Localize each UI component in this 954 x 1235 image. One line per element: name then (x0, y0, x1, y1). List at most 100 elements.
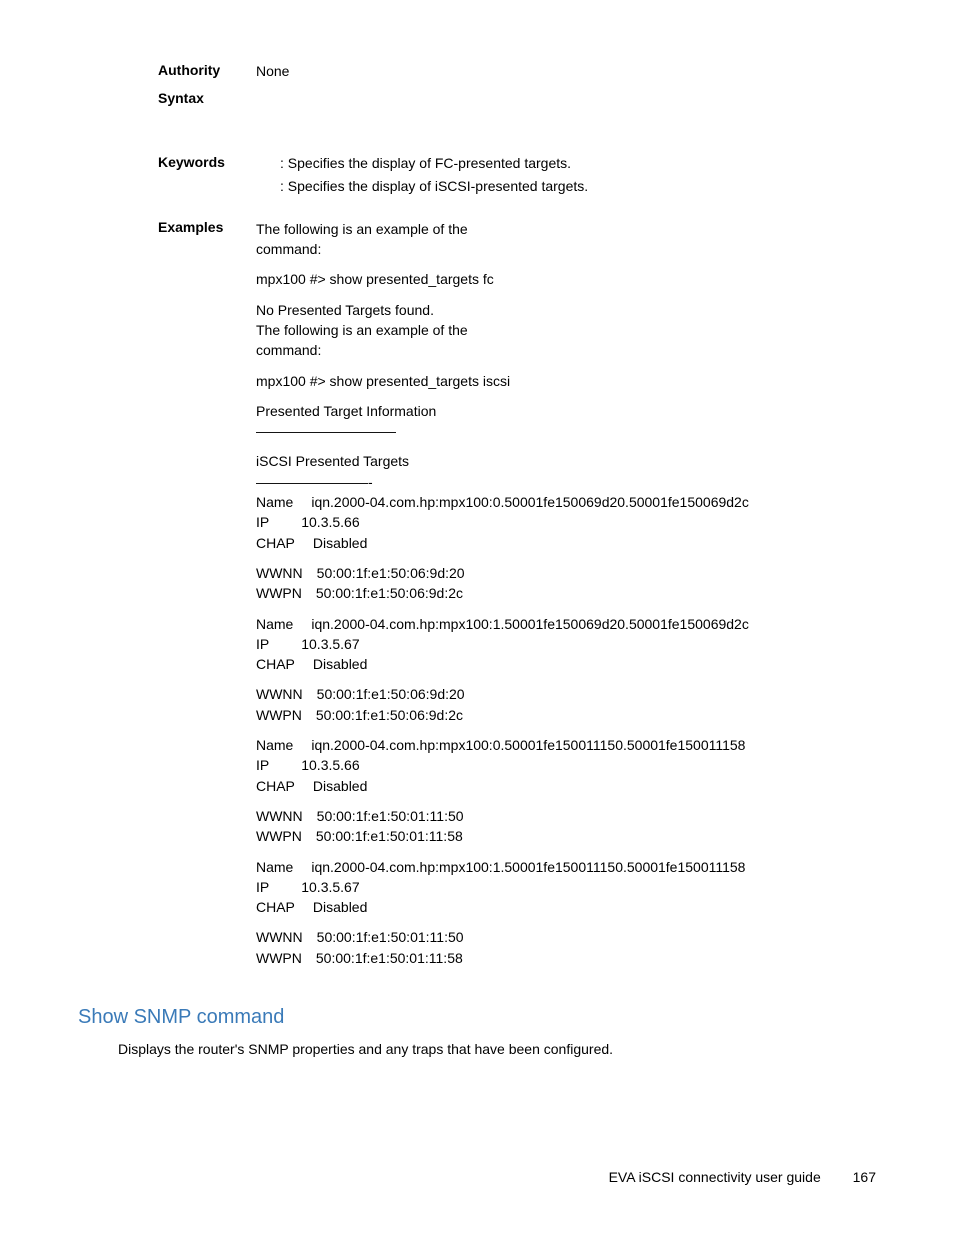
examples-intro2b: command: (256, 340, 876, 360)
t2-name-value: iqn.2000-04.com.hp:mpx100:1.50001fe15006… (311, 616, 748, 632)
footer-page-number: 167 (853, 1169, 876, 1185)
t1-chap-value: Disabled (313, 535, 367, 551)
t2-name: Name iqn.2000-04.com.hp:mpx100:1.50001fe1… (256, 614, 876, 634)
t3-chap-label: CHAP (256, 778, 295, 794)
t3-wwnn: WWNN 50:00:1f:e1:50:01:11:50 (256, 806, 876, 826)
t1-chap: CHAP Disabled (256, 533, 876, 553)
keywords-iscsi-text: : Specifies the display of iSCSI-present… (280, 178, 588, 194)
t1-ip-value: 10.3.5.66 (301, 514, 359, 530)
t1-wwnn: WWNN50:00:1f:e1:50:06:9d:20 (256, 563, 876, 583)
t1-name-label: Name (256, 494, 293, 510)
t3-wwpn-label: WWPN (256, 828, 302, 844)
t1-wwpn-label: WWPN (256, 585, 302, 601)
t4-wwpn-value: 50:00:1f:e1:50:01:11:58 (316, 950, 463, 966)
t4-ip: IP10.3.5.67 (256, 877, 876, 897)
keywords-row: Keywords : Specifies the display of FC-p… (78, 154, 876, 201)
t4-wwpn: WWPN 50:00:1f:e1:50:01:11:58 (256, 948, 876, 968)
t4-name-value: iqn.2000-04.com.hp:mpx100:1.50001fe15001… (311, 859, 745, 875)
t3-ip: IP 10.3.5.66 (256, 755, 876, 775)
page-content: Authority None Syntax Keywords : Specifi… (78, 62, 876, 1060)
page-footer: EVA iSCSI connectivity user guide 167 (609, 1169, 876, 1185)
t3-wwnn-label: WWNN (256, 808, 303, 824)
t2-name-label: Name (256, 616, 293, 632)
t2-ip: IP 10.3.5.67 (256, 634, 876, 654)
t2-chap-label: CHAP (256, 656, 295, 672)
t1-ww-block: WWNN50:00:1f:e1:50:06:9d:20 WWPN 50:00:1f… (256, 563, 876, 604)
t2-wwpn: WWPN 50:00:1f:e1:50:06:9d:2c (256, 705, 876, 725)
t4-ww-block: WWNN 50:00:1f:e1:50:01:11:50 WWPN 50:00:1f… (256, 927, 876, 968)
t1-wwpn: WWPN 50:00:1f:e1:50:06:9d:2c (256, 583, 876, 603)
t3-ww-block: WWNN 50:00:1f:e1:50:01:11:50 WWPN 50:00:1f… (256, 806, 876, 847)
t2-wwpn-label: WWPN (256, 707, 302, 723)
examples-subheader: iSCSI Presented Targets (256, 451, 876, 471)
authority-label: Authority (78, 62, 256, 78)
t3-block: Name iqn.2000-04.com.hp:mpx100:0.50001fe1… (256, 735, 876, 796)
examples-value: The following is an example of the comma… (256, 219, 876, 978)
t1-ip-label: IP (256, 514, 269, 530)
t1-wwpn-value: 50:00:1f:e1:50:06:9d:2c (316, 585, 463, 601)
examples-label: Examples (78, 219, 256, 235)
t2-wwpn-value: 50:00:1f:e1:50:06:9d:2c (316, 707, 463, 723)
t3-wwpn-value: 50:00:1f:e1:50:01:11:58 (316, 828, 463, 844)
t4-ip-label: IP (256, 879, 269, 895)
t3-name: Name iqn.2000-04.com.hp:mpx100:0.50001fe1… (256, 735, 876, 755)
footer-title: EVA iSCSI connectivity user guide (609, 1169, 821, 1185)
t3-ip-label: IP (256, 757, 269, 773)
t2-ww-block: WWNN 50:00:1f:e1:50:06:9d:20 WWPN 50:00:1f… (256, 684, 876, 725)
t4-name: Name iqn.2000-04.com.hp:mpx100:1.50001fe1… (256, 857, 876, 877)
keywords-fc: : Specifies the display of FC-presented … (256, 154, 876, 174)
t1-wwnn-label: WWNN (256, 565, 303, 581)
t1-name-value: iqn.2000-04.com.hp:mpx100:0.50001fe15006… (311, 494, 748, 510)
examples-cmd2: mpx100 #> show presented_targets iscsi (256, 371, 876, 391)
examples-intro1a: The following is an example of the (256, 219, 876, 239)
t2-ip-label: IP (256, 636, 269, 652)
t2-chap-value: Disabled (313, 656, 367, 672)
examples-intro2a: The following is an example of the (256, 320, 876, 340)
t1-name: Name iqn.2000-04.com.hp:mpx100:0.50001fe1… (256, 492, 876, 512)
keywords-fc-text: : Specifies the display of FC-presented … (280, 155, 571, 171)
t2-wwnn: WWNN 50:00:1f:e1:50:06:9d:20 (256, 684, 876, 704)
t4-chap-label: CHAP (256, 899, 295, 915)
examples-dashes1: —————————— (256, 421, 876, 441)
spacer (78, 114, 876, 154)
t1-chap-label: CHAP (256, 535, 295, 551)
t4-wwpn-label: WWPN (256, 950, 302, 966)
keywords-iscsi: : Specifies the display of iSCSI-present… (256, 177, 876, 197)
syntax-label: Syntax (78, 90, 256, 106)
t4-block: Name iqn.2000-04.com.hp:mpx100:1.50001fe1… (256, 857, 876, 918)
t2-chap: CHAP Disabled (256, 654, 876, 674)
t2-wwnn-value: 50:00:1f:e1:50:06:9d:20 (317, 686, 465, 702)
t2-wwnn-label: WWNN (256, 686, 303, 702)
section-body: Displays the router's SNMP properties an… (78, 1039, 876, 1060)
t3-name-value: iqn.2000-04.com.hp:mpx100:0.50001fe15001… (311, 737, 745, 753)
examples-intro1: The following is an example of the comma… (256, 219, 876, 260)
examples-header: Presented Target Information (256, 401, 876, 421)
section-heading: Show SNMP command (78, 1006, 876, 1029)
t4-name-label: Name (256, 859, 293, 875)
t3-chap-value: Disabled (313, 778, 367, 794)
keywords-value: : Specifies the display of FC-presented … (256, 154, 876, 201)
t3-wwpn: WWPN 50:00:1f:e1:50:01:11:58 (256, 826, 876, 846)
t3-wwnn-value: 50:00:1f:e1:50:01:11:50 (317, 808, 464, 824)
t4-wwnn-label: WWNN (256, 929, 303, 945)
examples-result1-block: No Presented Targets found. The followin… (256, 300, 876, 361)
t4-chap: CHAP Disabled (256, 897, 876, 917)
t3-ip-value: 10.3.5.66 (301, 757, 359, 773)
authority-row: Authority None (78, 62, 876, 82)
t4-wwnn: WWNN 50:00:1f:e1:50:01:11:50 (256, 927, 876, 947)
t4-wwnn-value: 50:00:1f:e1:50:01:11:50 (317, 929, 464, 945)
t3-name-label: Name (256, 737, 293, 753)
examples-cmd1: mpx100 #> show presented_targets fc (256, 269, 876, 289)
t3-chap: CHAP Disabled (256, 776, 876, 796)
examples-row: Examples The following is an example of … (78, 219, 876, 978)
examples-intro1b: command: (256, 239, 876, 259)
t2-ip-value: 10.3.5.67 (301, 636, 359, 652)
t4-chap-value: Disabled (313, 899, 367, 915)
keywords-label: Keywords (78, 154, 256, 170)
examples-dashes2: ————————- (256, 472, 876, 492)
t2-block: Name iqn.2000-04.com.hp:mpx100:1.50001fe1… (256, 614, 876, 675)
examples-header-block: Presented Target Information —————————— (256, 401, 876, 442)
examples-subheader-block: iSCSI Presented Targets ————————- Name iq… (256, 451, 876, 552)
examples-result1: No Presented Targets found. (256, 300, 876, 320)
syntax-row: Syntax (78, 90, 876, 106)
